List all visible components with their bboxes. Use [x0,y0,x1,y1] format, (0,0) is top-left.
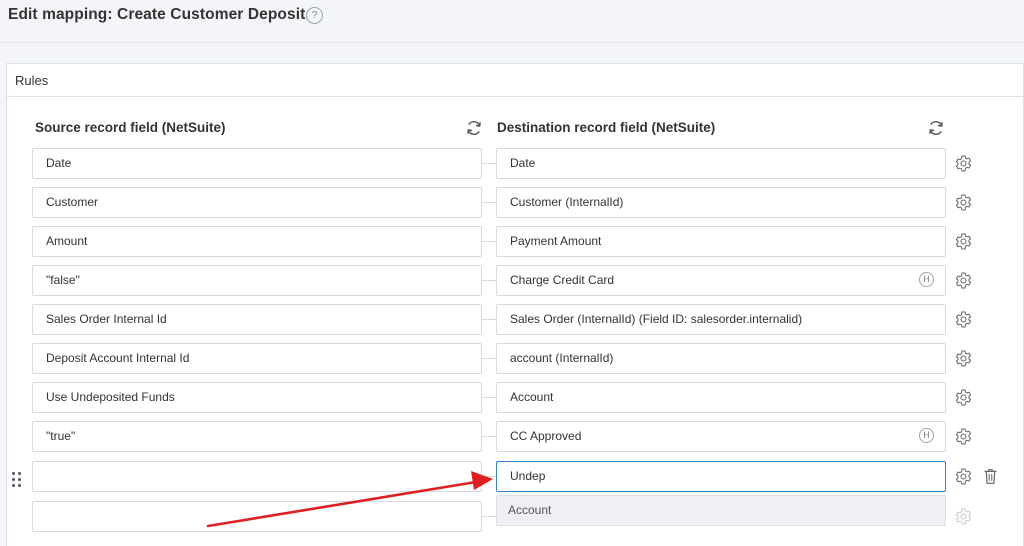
destination-field[interactable]: Account [496,382,946,413]
destination-column-header: Destination record field (NetSuite) [497,120,716,135]
gear-icon[interactable] [954,193,973,212]
source-column-header: Source record field (NetSuite) [35,120,226,135]
source-field[interactable]: "true" [32,421,482,452]
row-connector [482,280,496,281]
destination-field[interactable]: Payment Amount [496,226,946,257]
autocomplete-option[interactable]: Account [496,495,946,526]
source-field[interactable]: Use Undeposited Funds [32,382,482,413]
gear-icon[interactable] [954,427,973,446]
row-connector [482,319,496,320]
rules-panel-header: Rules [7,64,1023,97]
row-connector [482,476,496,477]
gear-icon[interactable] [954,154,973,173]
refresh-icon[interactable] [927,119,945,137]
gear-icon[interactable] [954,388,973,407]
gear-icon[interactable] [954,232,973,251]
destination-field[interactable]: account (InternalId) [496,343,946,374]
page-header: Edit mapping: Create Customer Deposit ? [0,0,1024,43]
destination-field[interactable]: Date [496,148,946,179]
gear-icon[interactable] [954,271,973,290]
gear-icon[interactable] [954,467,973,486]
gear-icon[interactable] [954,310,973,329]
source-field[interactable]: Date [32,148,482,179]
gear-icon [955,508,972,525]
source-field[interactable]: Sales Order Internal Id [32,304,482,335]
source-field[interactable]: Amount [32,226,482,257]
destination-field[interactable]: Sales Order (InternalId) (Field ID: sale… [496,304,946,335]
row-connector [482,436,496,437]
page-title: Edit mapping: Create Customer Deposit [8,6,306,23]
trash-icon[interactable] [982,467,999,486]
row-connector [482,516,496,517]
destination-field[interactable]: Customer (InternalId) [496,187,946,218]
gear-icon[interactable] [954,349,973,368]
row-connector [482,163,496,164]
source-field[interactable] [32,461,482,492]
row-connector [482,358,496,359]
row-connector [482,397,496,398]
hard-coded-h-icon: H [919,272,934,287]
rules-panel-title: Rules [15,73,49,88]
source-field[interactable] [32,501,482,532]
source-field[interactable]: Customer [32,187,482,218]
destination-field[interactable]: CC Approved [496,421,946,452]
refresh-icon[interactable] [465,119,483,137]
hard-coded-h-icon: H [919,428,934,443]
row-connector [482,202,496,203]
source-field[interactable]: Deposit Account Internal Id [32,343,482,374]
destination-field[interactable]: Charge Credit Card [496,265,946,296]
source-field[interactable]: "false" [32,265,482,296]
help-icon[interactable]: ? [306,7,323,24]
row-connector [482,241,496,242]
destination-input[interactable]: Undep [496,461,946,492]
drag-handle-icon[interactable] [12,472,24,488]
